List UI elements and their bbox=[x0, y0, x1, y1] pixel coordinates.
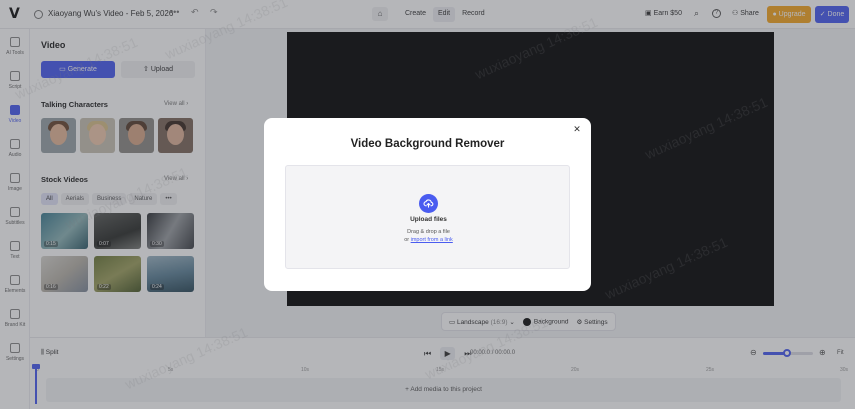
or-label: or bbox=[404, 237, 410, 243]
import-from-link[interactable]: import from a link bbox=[411, 237, 453, 243]
watermark: wuxiaoyang 14:38:51 bbox=[422, 313, 550, 383]
close-icon[interactable]: ✕ bbox=[571, 123, 583, 135]
app-window: V Xiaoyang Wu's Video - Feb 5, 2026 ••• … bbox=[0, 0, 855, 409]
background-remover-modal: ✕ Video Background Remover Upload files … bbox=[264, 118, 591, 291]
watermark: wuxiaoyang 14:38:51 bbox=[642, 93, 770, 163]
modal-title: Video Background Remover bbox=[350, 138, 505, 150]
watermark: wuxiaoyang 14:38:51 bbox=[602, 233, 730, 303]
watermark: wuxiaoyang 14:38:51 bbox=[62, 163, 190, 233]
watermark: wuxiaoyang 14:38:51 bbox=[122, 323, 250, 393]
drag-drop-hint: Drag & drop a file bbox=[407, 229, 450, 235]
upload-dropzone[interactable]: Upload files Drag & drop a file or impor… bbox=[285, 165, 570, 269]
watermark: wuxiaoyang 14:38:51 bbox=[12, 33, 140, 103]
watermark: wuxiaoyang 14:38:51 bbox=[162, 0, 290, 63]
cloud-upload-icon[interactable] bbox=[419, 194, 438, 213]
import-row: or import from a link bbox=[286, 237, 571, 243]
upload-files-label: Upload files bbox=[410, 216, 447, 223]
watermark: wuxiaoyang 14:38:51 bbox=[472, 13, 600, 83]
